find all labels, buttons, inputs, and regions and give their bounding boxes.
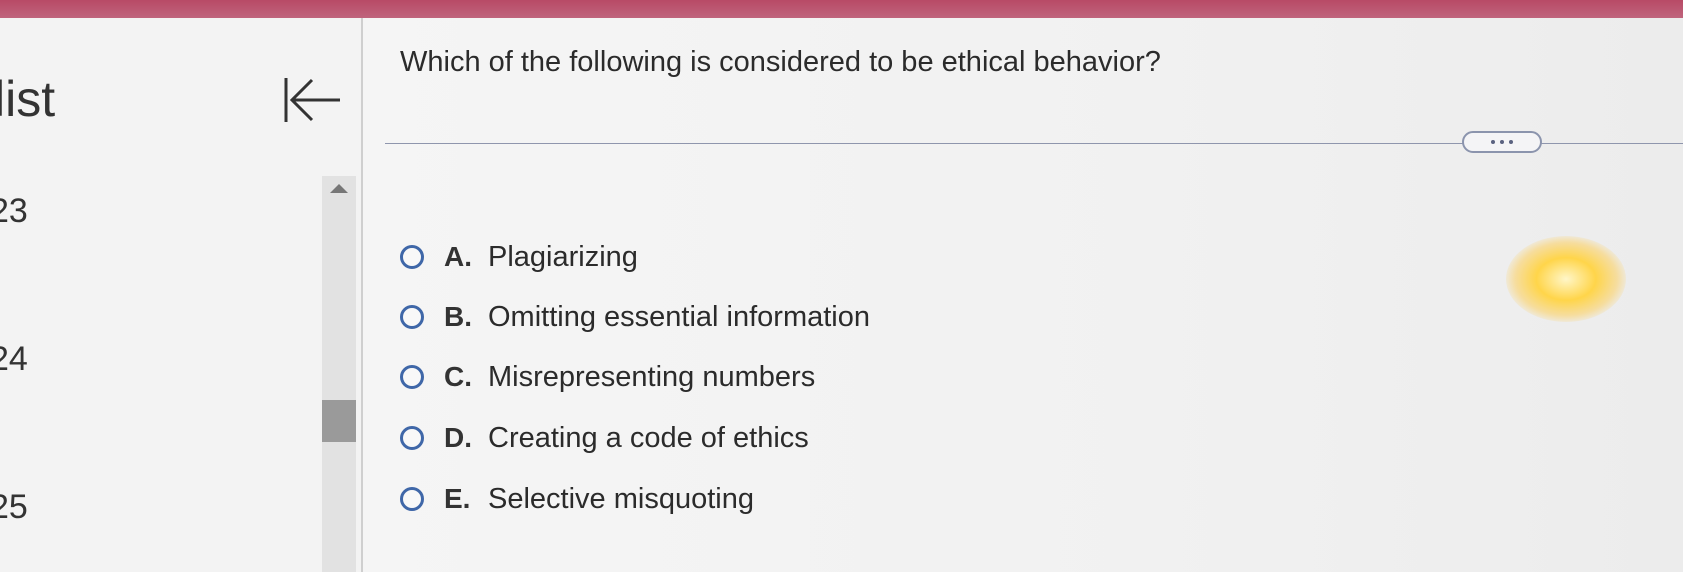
question-text: Which of the following is considered to … <box>400 46 1161 78</box>
collapse-panel-button[interactable] <box>282 70 342 130</box>
answer-option-b[interactable]: B. Omitting essential information <box>400 297 870 337</box>
option-text: Creating a code of ethics <box>488 421 809 454</box>
option-letter: C. <box>444 361 472 392</box>
more-options-button[interactable] <box>1462 131 1542 153</box>
question-list-item[interactable]: 23 <box>0 192 28 231</box>
option-letter: E. <box>444 483 471 514</box>
answer-option-a[interactable]: A. Plagiarizing <box>400 237 638 277</box>
radio-button[interactable] <box>400 245 424 269</box>
option-letter: B. <box>444 301 472 332</box>
question-list-title: list <box>0 71 56 127</box>
option-text: Omitting essential information <box>488 300 870 333</box>
answer-option-d[interactable]: D. Creating a code of ethics <box>400 418 809 458</box>
scrollbar-thumb[interactable] <box>322 400 356 442</box>
option-letter: A. <box>444 241 472 272</box>
answer-option-e[interactable]: E. Selective misquoting <box>400 479 754 519</box>
answer-option-c[interactable]: C. Misrepresenting numbers <box>400 357 815 397</box>
collapse-left-arrow-icon <box>284 78 340 122</box>
ellipsis-icon <box>1509 140 1513 144</box>
radio-button[interactable] <box>400 365 424 389</box>
option-text: Selective misquoting <box>488 482 754 515</box>
radio-button[interactable] <box>400 487 424 511</box>
screen-glare <box>1506 236 1626 322</box>
ellipsis-icon <box>1500 140 1504 144</box>
radio-button[interactable] <box>400 305 424 329</box>
scroll-up-arrow-icon[interactable] <box>330 184 348 193</box>
scrollbar-track[interactable] <box>322 176 356 572</box>
option-text: Plagiarizing <box>488 240 638 273</box>
question-list-item[interactable]: 24 <box>0 340 28 379</box>
radio-button[interactable] <box>400 426 424 450</box>
ellipsis-icon <box>1491 140 1495 144</box>
option-letter: D. <box>444 422 472 453</box>
question-list-item[interactable]: 25 <box>0 488 28 527</box>
option-text: Misrepresenting numbers <box>488 360 816 393</box>
